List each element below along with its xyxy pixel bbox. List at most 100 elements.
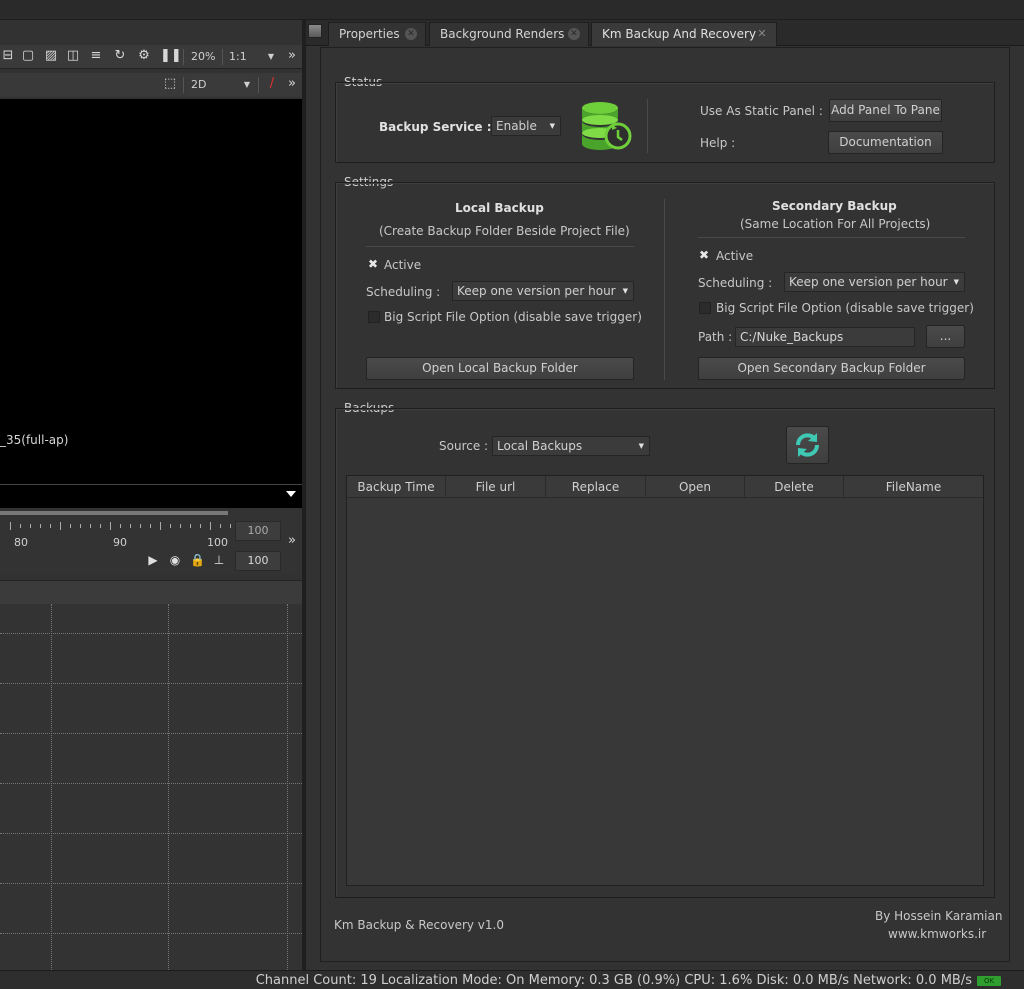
column-header-file-url[interactable]: File url	[446, 476, 546, 498]
grid-line	[0, 883, 302, 884]
ok-badge: OK	[977, 976, 1001, 986]
close-icon[interactable]: ✕	[756, 28, 768, 40]
lines-icon[interactable]: ≡	[88, 48, 104, 64]
frame-count-field[interactable]: 100	[235, 551, 281, 571]
tab-properties[interactable]: Properties ✕	[328, 22, 426, 46]
sync-icon[interactable]: ↻	[112, 48, 128, 64]
local-active-label: Active	[384, 258, 422, 272]
secondary-scheduling-select[interactable]: Keep one version per hour ▼	[784, 272, 965, 292]
close-icon[interactable]: ✕	[568, 28, 580, 40]
grid-line	[0, 933, 302, 934]
region-select-icon[interactable]: ⬚	[162, 76, 178, 92]
timeline-range-bar[interactable]	[0, 511, 228, 515]
timeline-tick	[80, 524, 81, 528]
local-big-script-checkbox[interactable]	[368, 311, 380, 323]
chevron-down-icon: ▼	[638, 442, 644, 450]
chevron-down-icon: ▼	[267, 52, 274, 61]
static-panel-label: Use As Static Panel :	[700, 104, 823, 118]
secondary-backup-title: Secondary Backup	[772, 199, 897, 213]
overlay-icon[interactable]: ◫	[65, 48, 81, 64]
pause-icon[interactable]: ❚❚	[160, 48, 182, 64]
source-select[interactable]: Local Backups ▼	[492, 436, 650, 456]
frame-step-icon[interactable]: ⊥	[212, 553, 226, 567]
grid-line	[0, 783, 302, 784]
stripes-icon[interactable]: ▨	[43, 48, 59, 64]
secondary-scheduling-label: Scheduling :	[698, 276, 773, 290]
column-header-backup-time[interactable]: Backup Time	[347, 476, 446, 498]
author-label: By Hossein Karamian	[875, 909, 1003, 923]
timeline-tick	[40, 524, 41, 528]
database-backup-icon	[578, 99, 634, 155]
website-link[interactable]: www.kmworks.ir	[888, 927, 986, 941]
timeline-tick	[20, 524, 21, 528]
grid-line	[0, 733, 302, 734]
timeline-tick	[230, 524, 231, 528]
view-mode-select[interactable]: 2D ▼	[188, 75, 254, 95]
end-frame-field[interactable]: 100	[235, 521, 281, 541]
top-strip	[0, 0, 1024, 20]
tab-background-renders[interactable]: Background Renders ✕	[429, 22, 589, 46]
local-scheduling-select[interactable]: Keep one version per hour ▼	[452, 281, 634, 301]
settings-separator	[664, 199, 665, 380]
timeline-tick	[130, 524, 131, 528]
grid-line	[0, 633, 302, 634]
chevron-down-icon: ▼	[243, 80, 250, 89]
timeline-tick	[10, 522, 11, 530]
play-icon[interactable]: ▶	[146, 553, 160, 567]
secondary-active-checkbox[interactable]: ✖	[698, 249, 710, 261]
node-graph[interactable]	[0, 604, 302, 970]
toolbar-separator	[183, 77, 184, 93]
backups-table[interactable]: Backup Time File url Replace Open Delete…	[346, 475, 984, 886]
path-label: Path :	[698, 330, 733, 344]
viewer-info-bar	[0, 484, 302, 508]
local-backup-subtitle: (Create Backup Folder Beside Project Fil…	[379, 224, 630, 238]
double-chevron-icon[interactable]: »	[284, 48, 300, 64]
chevron-down-icon: ▼	[953, 278, 959, 286]
viewer-toolbar: ⊟ ▢ ▨ ◫ ≡ ↻ ⚙ ❚❚ 20% 1:1 ▼ »	[0, 45, 302, 69]
path-input[interactable]: C:/Nuke_Backups	[735, 327, 915, 347]
triangle-down-icon[interactable]	[286, 491, 296, 497]
secondary-divider	[698, 237, 965, 238]
zoom-select[interactable]: 20%	[188, 47, 220, 67]
browse-path-button[interactable]: ...	[926, 325, 965, 348]
documentation-button[interactable]: Documentation	[828, 131, 943, 154]
timeline-tick	[120, 524, 121, 528]
timeline-tick	[180, 524, 181, 528]
record-icon[interactable]: ◉	[168, 553, 182, 567]
column-header-delete[interactable]: Delete	[745, 476, 844, 498]
viewer-canvas[interactable]	[0, 99, 302, 484]
open-secondary-backup-folder-button[interactable]: Open Secondary Backup Folder	[698, 357, 965, 380]
secondary-backup-subtitle: (Same Location For All Projects)	[740, 217, 931, 231]
refresh-button[interactable]	[786, 426, 829, 464]
timeline-tick	[210, 522, 211, 530]
column-header-replace[interactable]: Replace	[546, 476, 646, 498]
ratio-select[interactable]: 1:1 ▼	[226, 47, 278, 67]
double-chevron-icon[interactable]: »	[284, 533, 300, 549]
close-icon[interactable]: ✕	[405, 28, 417, 40]
secondary-big-script-checkbox[interactable]	[699, 302, 711, 314]
square-icon[interactable]: ▢	[20, 48, 36, 64]
pane-menu-icon[interactable]	[308, 24, 322, 38]
tab-km-backup-and-recovery[interactable]: Km Backup And Recovery ✕	[591, 22, 777, 46]
timeline-tick	[190, 524, 191, 528]
timeline-tick	[70, 524, 71, 528]
gear-icon[interactable]: ⚙	[136, 48, 152, 64]
paint-brush-icon[interactable]: /	[264, 76, 280, 92]
add-panel-button[interactable]: Add Panel To Pane	[829, 99, 942, 122]
toolbar-separator	[258, 77, 259, 93]
column-header-open[interactable]: Open	[646, 476, 745, 498]
column-header-filename[interactable]: FileName	[844, 476, 983, 498]
timeline-tick	[170, 524, 171, 528]
timeline-tick-label: 90	[113, 536, 127, 549]
open-local-backup-folder-button[interactable]: Open Local Backup Folder	[366, 357, 634, 380]
timeline-tick	[160, 522, 161, 530]
double-chevron-icon[interactable]: »	[284, 76, 300, 92]
source-label: Source :	[439, 439, 489, 453]
timeline-tick	[140, 524, 141, 528]
backup-service-select[interactable]: Enable ▼	[491, 116, 561, 136]
grid-line	[168, 604, 169, 970]
timeline-tick	[30, 524, 31, 528]
lock-icon[interactable]: 🔒	[190, 553, 205, 567]
channel-icon[interactable]: ⊟	[0, 48, 16, 64]
local-active-checkbox[interactable]: ✖	[367, 258, 379, 270]
